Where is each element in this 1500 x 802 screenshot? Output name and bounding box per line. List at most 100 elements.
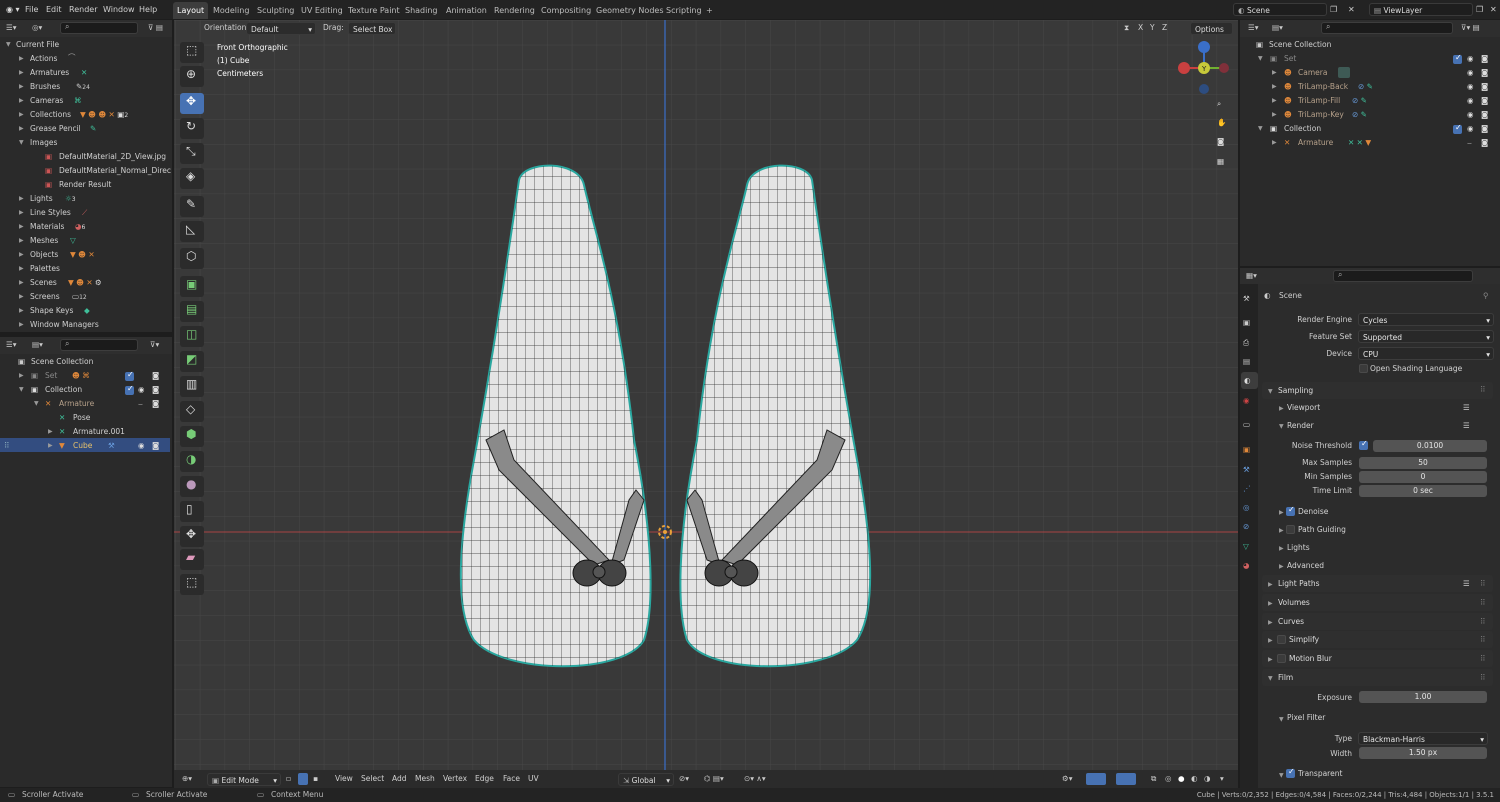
- list-item[interactable]: Cube: [73, 439, 92, 453]
- tab-shading[interactable]: Shading: [401, 2, 442, 19]
- viewport-canvas[interactable]: Y: [174, 20, 1238, 788]
- lights-subpanel[interactable]: Lights: [1287, 541, 1310, 555]
- denoise-subpanel[interactable]: Denoise: [1298, 505, 1328, 519]
- select-mode-edge-icon[interactable]: [298, 773, 308, 785]
- tool-smooth[interactable]: ●: [180, 476, 204, 497]
- simplify-panel-header[interactable]: Simplify: [1262, 631, 1493, 648]
- motion-blur-panel-header[interactable]: Motion Blur: [1262, 650, 1493, 667]
- camera-render-icon[interactable]: ◙: [152, 439, 159, 453]
- film-panel-header[interactable]: Film: [1262, 669, 1493, 686]
- noise-threshold-checkbox[interactable]: [1359, 439, 1368, 450]
- tool-bevel[interactable]: ◩: [180, 351, 204, 372]
- list-item[interactable]: Brushes: [30, 80, 60, 94]
- eye-icon[interactable]: ◉: [1467, 122, 1474, 136]
- menu-view[interactable]: View: [335, 772, 353, 786]
- tab-texture-paint[interactable]: Texture Paint: [344, 2, 404, 19]
- pan-hand-icon[interactable]: ✋: [1217, 116, 1226, 130]
- menu-help[interactable]: Help: [139, 0, 157, 19]
- exposure-field[interactable]: 1.00: [1359, 691, 1487, 703]
- drag-dropdown[interactable]: Select Box: [348, 22, 396, 35]
- list-item[interactable]: Grease Pencil: [30, 122, 81, 136]
- ortho-grid-icon[interactable]: ▦: [1217, 155, 1224, 169]
- drag-handle-icon[interactable]: ⠿: [1480, 577, 1486, 591]
- constraint-tab-icon[interactable]: ⊘: [1243, 520, 1249, 534]
- tab-layout[interactable]: Layout: [173, 2, 209, 19]
- tab-compositing[interactable]: Compositing: [537, 2, 595, 19]
- tool-extrude[interactable]: ▣: [180, 276, 204, 297]
- list-item[interactable]: Window Managers: [30, 318, 99, 332]
- simplify-checkbox[interactable]: [1277, 635, 1286, 644]
- zoom-icon[interactable]: ⌕: [1217, 97, 1221, 111]
- material-shading-icon[interactable]: ◐: [1191, 772, 1198, 786]
- tool-rotate[interactable]: ↻: [180, 118, 204, 139]
- drag-handle-icon[interactable]: ⠿: [1480, 383, 1486, 397]
- options-dropdown[interactable]: Options: [1190, 22, 1233, 35]
- filter-type-dropdown[interactable]: Blackman-Harris ▾: [1358, 732, 1488, 745]
- list-item[interactable]: Collection: [1284, 122, 1321, 136]
- menu-file[interactable]: File: [25, 0, 38, 19]
- properties-search-input[interactable]: ⌕: [1333, 270, 1473, 282]
- denoise-checkbox[interactable]: [1286, 505, 1295, 516]
- view-layer-selector[interactable]: ▤ ViewLayer: [1369, 3, 1473, 16]
- camera-render-icon[interactable]: ◙: [152, 383, 159, 397]
- presets-icon[interactable]: ☰: [1463, 401, 1470, 415]
- render-tab-icon[interactable]: ▣: [1243, 316, 1250, 330]
- editor-type-icon[interactable]: ☰▾: [1248, 21, 1259, 35]
- motion-blur-checkbox[interactable]: [1277, 654, 1286, 663]
- list-item[interactable]: Render Result: [59, 178, 111, 192]
- axis-z-toggle[interactable]: Z: [1162, 21, 1167, 35]
- editor-type-icon[interactable]: ⊕▾: [182, 772, 192, 786]
- menu-window[interactable]: Window: [103, 0, 135, 19]
- tool-spin[interactable]: ◑: [180, 451, 204, 472]
- snap-icon[interactable]: ⌬ ▤▾: [704, 772, 724, 786]
- camera-render-icon[interactable]: ◙: [152, 397, 159, 411]
- filter-icon[interactable]: ⊽▾: [150, 338, 159, 352]
- editor-type-icon[interactable]: ▦▾: [1246, 269, 1257, 283]
- advanced-subpanel[interactable]: Advanced: [1287, 559, 1324, 573]
- tool-annotate[interactable]: ✎: [180, 196, 204, 217]
- pin-icon[interactable]: ⚲: [1483, 289, 1489, 303]
- tool-scale[interactable]: ⤡: [180, 143, 204, 164]
- eye-icon[interactable]: ◉: [138, 439, 145, 453]
- device-dropdown[interactable]: CPU ▾: [1358, 347, 1494, 360]
- list-item[interactable]: DefaultMaterial_Normal_DirectX.jp: [59, 164, 171, 178]
- filter-icon[interactable]: ⊽ ▤: [148, 21, 163, 35]
- eye-icon[interactable]: ◉: [1467, 52, 1474, 66]
- drag-handle-icon[interactable]: ⠿: [1480, 652, 1486, 666]
- list-item[interactable]: Camera: [1298, 66, 1327, 80]
- list-item[interactable]: TriLamp-Fill: [1298, 94, 1340, 108]
- tool-rip-region[interactable]: ⬚: [180, 574, 204, 595]
- list-item[interactable]: TriLamp-Key: [1298, 108, 1344, 122]
- filter-icon[interactable]: ⊽▾ ▤: [1461, 21, 1480, 35]
- new-scene-icon[interactable]: ❐: [1330, 0, 1337, 19]
- scene-selector[interactable]: ◐ Scene: [1233, 3, 1327, 16]
- list-item[interactable]: Scene Collection: [31, 355, 93, 369]
- mirror-icon[interactable]: ⧗: [1124, 21, 1129, 35]
- menu-edge[interactable]: Edge: [475, 772, 494, 786]
- camera-render-icon[interactable]: ◙: [1481, 52, 1488, 66]
- mode-dropdown[interactable]: ▣ Edit Mode ▾: [207, 773, 281, 786]
- search-input[interactable]: ⌕: [60, 339, 138, 351]
- delete-scene-icon[interactable]: ✕: [1348, 0, 1355, 19]
- camera-render-icon[interactable]: ◙: [1481, 136, 1488, 150]
- menu-select[interactable]: Select: [361, 772, 384, 786]
- list-item[interactable]: Collection: [45, 383, 82, 397]
- tab-animation[interactable]: Animation: [442, 2, 491, 19]
- list-item[interactable]: Collections: [30, 108, 71, 122]
- eye-icon[interactable]: ◉: [1467, 108, 1474, 122]
- presets-icon[interactable]: ☰: [1463, 577, 1470, 591]
- exclude-checkbox[interactable]: [1453, 53, 1462, 64]
- solid-shading-icon[interactable]: ●: [1178, 772, 1185, 786]
- render-engine-dropdown[interactable]: Cycles ▾: [1358, 313, 1494, 326]
- editor-type-icon[interactable]: ☰▾: [6, 21, 17, 35]
- rendered-shading-icon[interactable]: ◑: [1204, 772, 1211, 786]
- eye-icon[interactable]: ◉: [1467, 80, 1474, 94]
- feature-set-dropdown[interactable]: Supported ▾: [1358, 330, 1494, 343]
- wireframe-shading-icon[interactable]: ◎: [1165, 772, 1172, 786]
- display-mode-icon[interactable]: ▤▾: [1272, 21, 1283, 35]
- menu-uv[interactable]: UV: [528, 772, 539, 786]
- presets-icon[interactable]: ☰: [1463, 419, 1470, 433]
- collection-tab-icon[interactable]: ▭: [1243, 418, 1250, 432]
- list-item[interactable]: Actions: [30, 52, 57, 66]
- select-mode-vertex-icon[interactable]: ▫: [286, 772, 291, 786]
